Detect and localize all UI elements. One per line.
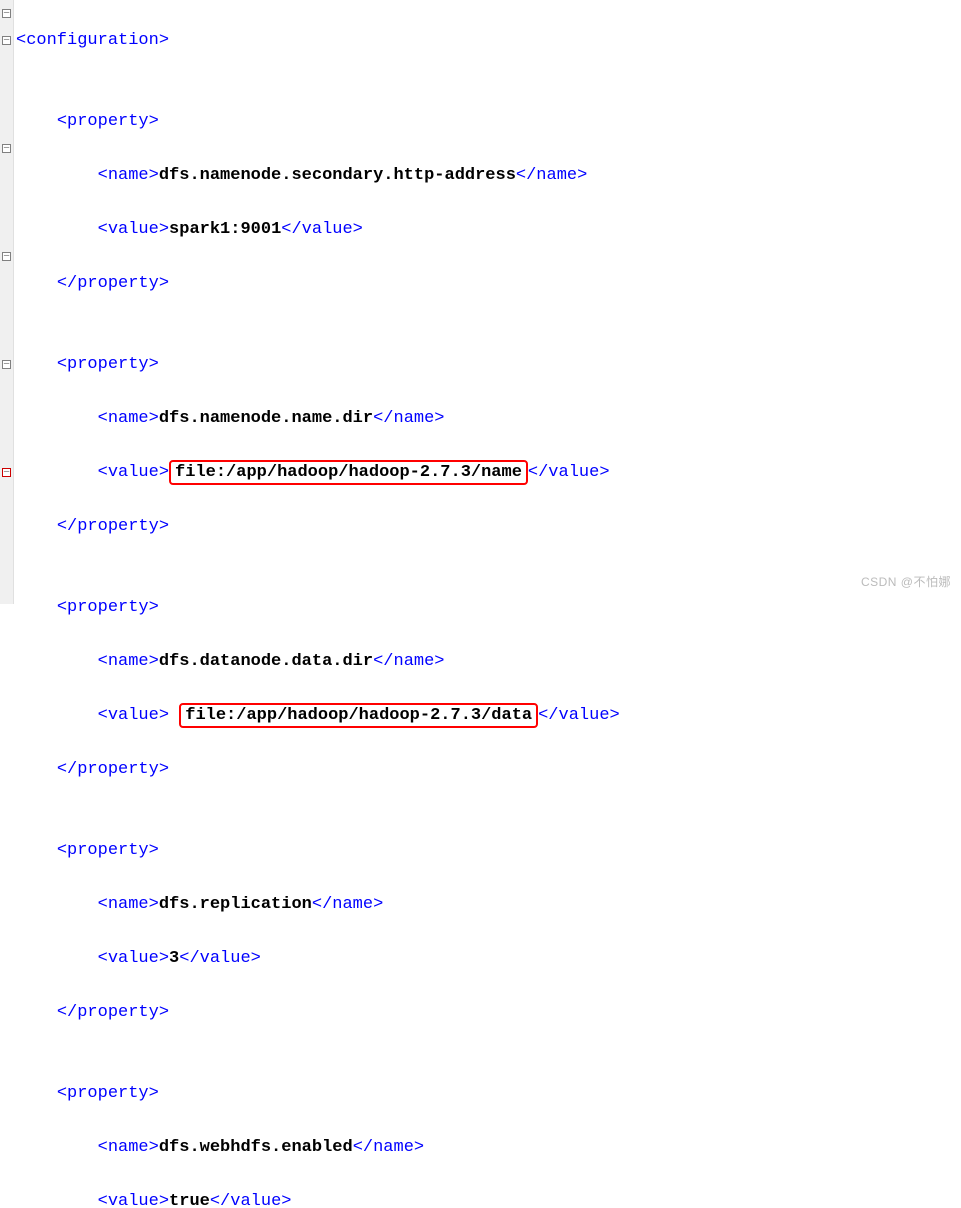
tag-property-close: </property> <box>57 274 169 293</box>
name-text: dfs.namenode.secondary.http-address <box>159 166 516 185</box>
tag-open: <configuration> <box>16 31 169 50</box>
value-text: file:/app/hadoop/hadoop-2.7.3/name <box>175 463 522 482</box>
fold-gutter: − − − − − − <box>0 0 14 604</box>
highlight-box: file:/app/hadoop/hadoop-2.7.3/name <box>169 460 528 485</box>
tag-property-open: <property> <box>57 841 159 860</box>
tag-property-open: <property> <box>57 1084 159 1103</box>
fold-icon[interactable]: − <box>2 468 11 477</box>
tag-value-close: </value> <box>281 220 363 239</box>
value-text: spark1:9001 <box>169 220 281 239</box>
tag-name-open: <name> <box>98 166 159 185</box>
name-text: dfs.namenode.name.dir <box>159 409 373 428</box>
tag-name-close: </name> <box>312 895 383 914</box>
tag-name-close: </name> <box>516 166 587 185</box>
fold-icon[interactable]: − <box>2 144 11 153</box>
fold-icon[interactable]: − <box>2 36 11 45</box>
tag-property-close: </property> <box>57 517 169 536</box>
tag-value-close: </value> <box>528 463 610 482</box>
tag-property-open: <property> <box>57 598 159 617</box>
fold-icon[interactable]: − <box>2 360 11 369</box>
name-text: dfs.replication <box>159 895 312 914</box>
tag-value-close: </value> <box>538 706 620 725</box>
tag-value-open: <value> <box>98 706 169 725</box>
tag-property-close: </property> <box>57 760 169 779</box>
tag-property-close: </property> <box>57 1003 169 1022</box>
tag-property-open: <property> <box>57 112 159 131</box>
name-text: dfs.datanode.data.dir <box>159 652 373 671</box>
tag-value-open: <value> <box>98 1192 169 1208</box>
tag-name-close: </name> <box>353 1138 424 1157</box>
tag-name-open: <name> <box>98 409 159 428</box>
code-editor[interactable]: <configuration> <property> <name>dfs.nam… <box>14 0 961 604</box>
tag-value-close: </value> <box>210 1192 292 1208</box>
watermark: CSDN @不怕娜 <box>861 569 951 596</box>
tag-property-open: <property> <box>57 355 159 374</box>
tag-name-open: <name> <box>98 895 159 914</box>
tag-name-close: </name> <box>373 652 444 671</box>
value-text: 3 <box>169 949 179 968</box>
tag-value-close: </value> <box>179 949 261 968</box>
tag-name-close: </name> <box>373 409 444 428</box>
highlight-box: file:/app/hadoop/hadoop-2.7.3/data <box>179 703 538 728</box>
value-text: file:/app/hadoop/hadoop-2.7.3/data <box>185 706 532 725</box>
value-text: true <box>169 1192 210 1208</box>
tag-value-open: <value> <box>98 220 169 239</box>
fold-icon[interactable]: − <box>2 252 11 261</box>
tag-value-open: <value> <box>98 949 169 968</box>
tag-name-open: <name> <box>98 652 159 671</box>
fold-icon[interactable]: − <box>2 9 11 18</box>
tag-name-open: <name> <box>98 1138 159 1157</box>
name-text: dfs.webhdfs.enabled <box>159 1138 353 1157</box>
tag-value-open: <value> <box>98 463 169 482</box>
